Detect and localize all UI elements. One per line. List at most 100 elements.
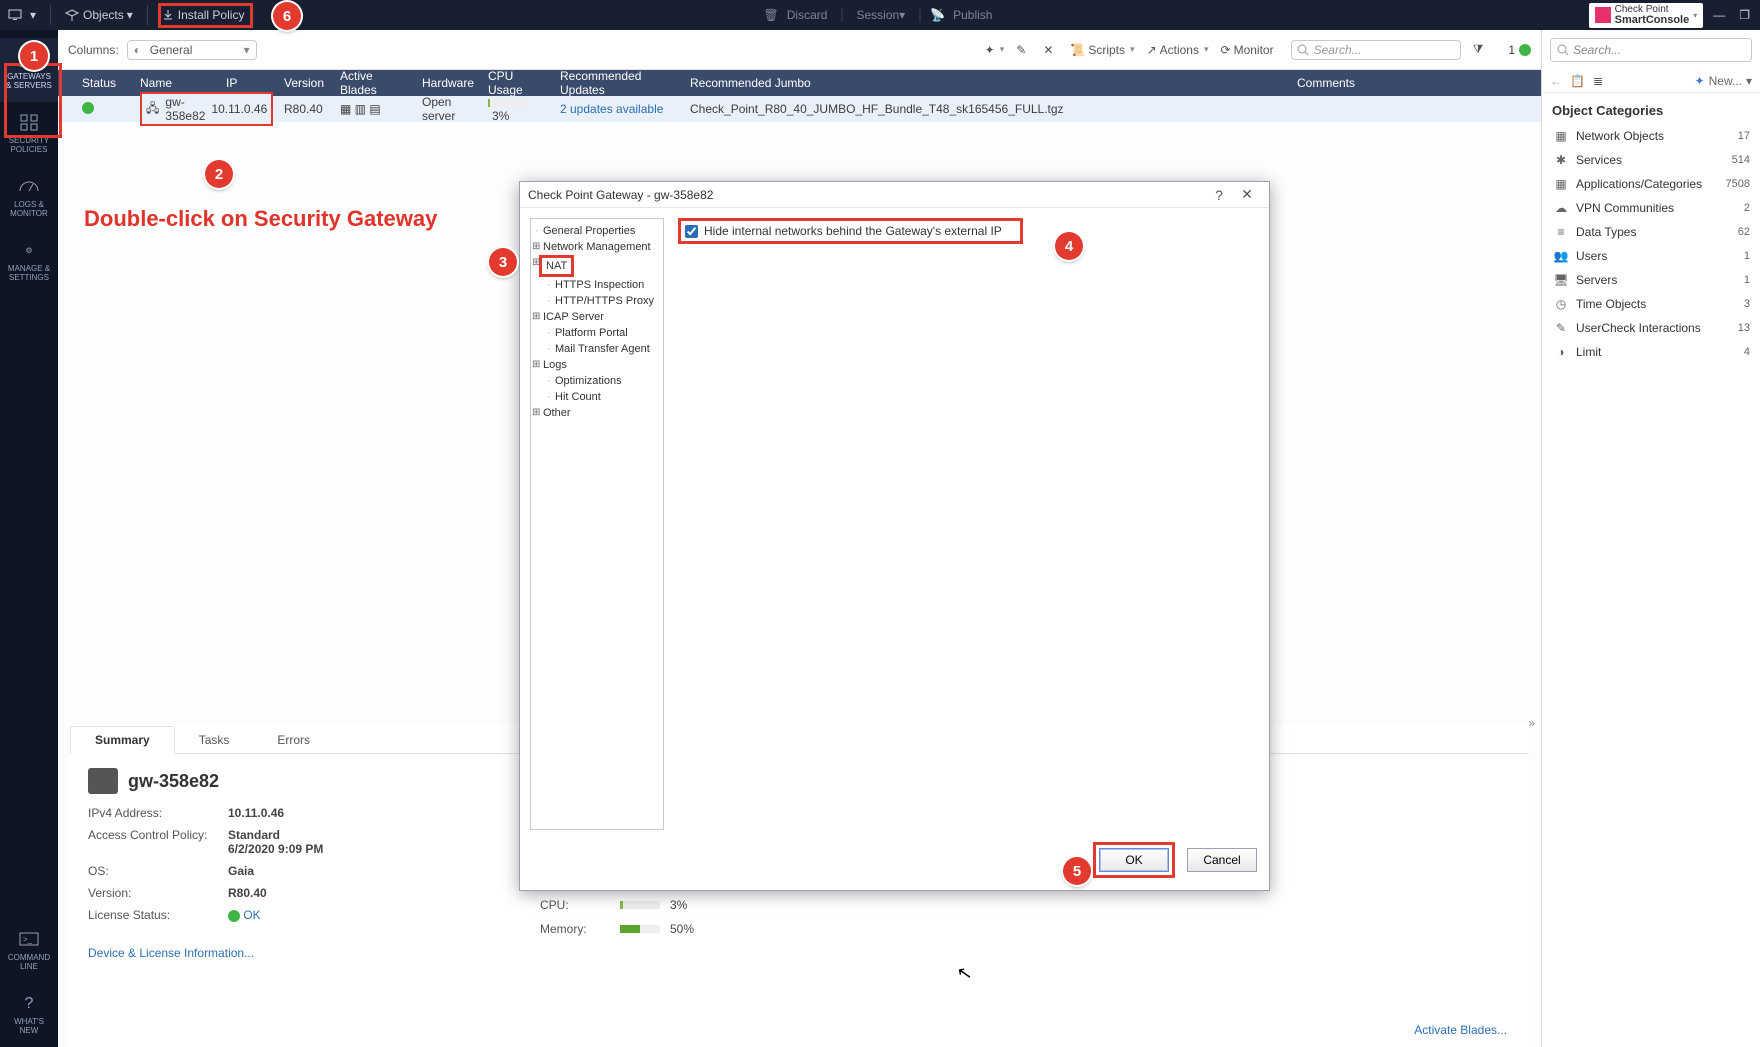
delete-button[interactable]: ✕ [1043,43,1058,57]
scripts-menu[interactable]: 📜Scripts [1070,43,1134,57]
gateway-large-icon [88,768,118,794]
monitor-button[interactable]: ⟳Monitor [1221,43,1279,57]
category-row[interactable]: ◑Limit4 [1542,340,1760,364]
category-count: 7508 [1726,178,1750,190]
th-comments[interactable]: Comments [1291,76,1541,90]
table-row[interactable]: 🖧 gw-358e82 10.11.0.46 R80.40 ▦ ▥ ▤ Open… [58,96,1541,122]
th-name[interactable]: Name [134,76,220,90]
window-restore[interactable]: ❐ [1735,8,1754,22]
trash-icon: 🗑 [764,8,779,22]
category-label: VPN Communities [1576,201,1674,215]
publish-button[interactable]: Publish [949,8,996,22]
dialog-tree[interactable]: General Properties Network Management NA… [530,218,664,830]
nav-command-line[interactable]: >_ COMMAND LINE [0,919,58,983]
row-count: 1 [1508,43,1531,57]
th-version[interactable]: Version [278,76,334,90]
tree-other[interactable]: Other [533,405,661,421]
category-row[interactable]: ▦Network Objects17 [1542,124,1760,148]
publish-icon: 📡 [930,8,945,22]
discard-button[interactable]: Discard [783,8,832,22]
category-row[interactable]: ☁VPN Communities2 [1542,196,1760,220]
star-icon: ✦ [1695,74,1705,88]
device-license-link[interactable]: Device & License Information... [88,946,254,960]
objects-menu[interactable]: Objects ▾ [57,0,141,30]
cell-cpu: 3% [482,95,554,123]
dialog-close-button[interactable]: ✕ [1233,186,1261,203]
tree-https[interactable]: HTTPS Inspection [545,277,661,293]
category-row[interactable]: ◷Time Objects3 [1542,292,1760,316]
blade-icon: ▦ ▥ ▤ [340,102,381,116]
tab-errors[interactable]: Errors [253,727,334,753]
category-count: 2 [1744,202,1750,214]
hide-internal-input[interactable] [685,225,698,238]
th-blades[interactable]: Active Blades [334,69,416,97]
annotation-bubble-4: 4 [1055,232,1083,260]
policy-value: Standard6/2/2020 9:09 PM [228,828,428,856]
paste-icon[interactable]: 📋 [1570,74,1585,88]
th-updates[interactable]: Recommended Updates [554,69,684,97]
app-menu[interactable]: ▾ [0,0,44,30]
dialog-cancel-button[interactable]: Cancel [1187,848,1257,872]
list-icon[interactable]: ≣ [1593,74,1603,88]
cell-jumbo: Check_Point_R80_40_JUMBO_HF_Bundle_T48_s… [684,102,1291,116]
tree-hit[interactable]: Hit Count [545,389,661,405]
annotation-bubble-5: 5 [1063,857,1091,885]
tree-portal[interactable]: Platform Portal [545,325,661,341]
th-cpu[interactable]: CPU Usage [482,69,554,97]
cell-updates[interactable]: 2 updates available [554,102,684,116]
th-status[interactable]: Status [76,76,134,90]
session-menu[interactable]: Session ▾ [852,8,909,22]
tree-mta[interactable]: Mail Transfer Agent [545,341,661,357]
actions-menu[interactable]: ↗Actions [1147,43,1209,57]
monitor-icon [8,9,24,21]
category-icon: 👥 [1552,249,1570,263]
edit-button[interactable]: ✎ [1016,43,1031,57]
svg-text:>_: >_ [23,935,33,944]
hide-internal-checkbox[interactable]: Hide internal networks behind the Gatewa… [678,218,1023,244]
category-row[interactable]: ✱Services514 [1542,148,1760,172]
activate-blades-link[interactable]: Activate Blades... [1414,1023,1507,1037]
tab-summary[interactable]: Summary [70,726,175,754]
tree-general[interactable]: General Properties [533,223,661,239]
tree-icap[interactable]: ICAP Server [533,309,661,325]
annotation-box-1 [4,63,62,138]
window-minimize[interactable]: — [1709,8,1729,22]
tree-opt[interactable]: Optimizations [545,373,661,389]
nav-logs-monitor[interactable]: LOGS & MONITOR [0,166,58,230]
tree-nat[interactable]: NAT [533,255,661,277]
columns-select[interactable]: General [127,40,257,60]
category-row[interactable]: ✎UserCheck Interactions13 [1542,316,1760,340]
category-row[interactable]: ▦Applications/Categories7508 [1542,172,1760,196]
tab-tasks[interactable]: Tasks [175,727,254,753]
collapse-chevron-icon[interactable]: » [1528,716,1535,730]
objects-search-input[interactable]: Search... [1550,38,1752,62]
category-row[interactable]: 👥Users1 [1542,244,1760,268]
category-label: Applications/Categories [1576,177,1702,191]
gateway-cell[interactable]: 🖧 gw-358e82 10.11.0.46 [140,92,273,126]
brand-badge: Check Point SmartConsole ▾ [1589,3,1704,28]
tree-network[interactable]: Network Management [533,239,661,255]
dialog-titlebar[interactable]: Check Point Gateway - gw-358e82 ? ✕ [520,182,1269,208]
category-row[interactable]: 🖥Servers1 [1542,268,1760,292]
back-icon[interactable]: ← [1550,74,1562,88]
tree-logs[interactable]: Logs [533,357,661,373]
th-hardware[interactable]: Hardware [416,76,482,90]
grid-search-input[interactable]: Search... [1291,40,1461,60]
category-icon: ◷ [1552,297,1570,311]
category-row[interactable]: ≡Data Types62 [1542,220,1760,244]
nav-manage-settings[interactable]: ⚙ MANAGE & SETTINGS [0,230,58,294]
dialog-ok-button[interactable]: OK [1099,848,1169,872]
nav-whats-new[interactable]: ? WHAT'S NEW [0,983,58,1047]
dialog-help-button[interactable]: ? [1205,187,1233,203]
objects-label: Objects [83,8,124,22]
table-body: 🖧 gw-358e82 10.11.0.46 R80.40 ▦ ▥ ▤ Open… [58,96,1541,126]
th-jumbo[interactable]: Recommended Jumbo [684,76,1291,90]
filter-button[interactable]: ⧩ [1473,42,1489,57]
category-icon: ✱ [1552,153,1570,167]
new-star-button[interactable]: ✦ [985,43,1005,57]
cell-hardware: Open server [416,95,482,123]
tree-proxy[interactable]: HTTP/HTTPS Proxy [545,293,661,309]
th-ip[interactable]: IP [220,76,278,90]
new-object-button[interactable]: ✦New... ▾ [1695,74,1752,88]
os-label: OS: [88,864,228,878]
